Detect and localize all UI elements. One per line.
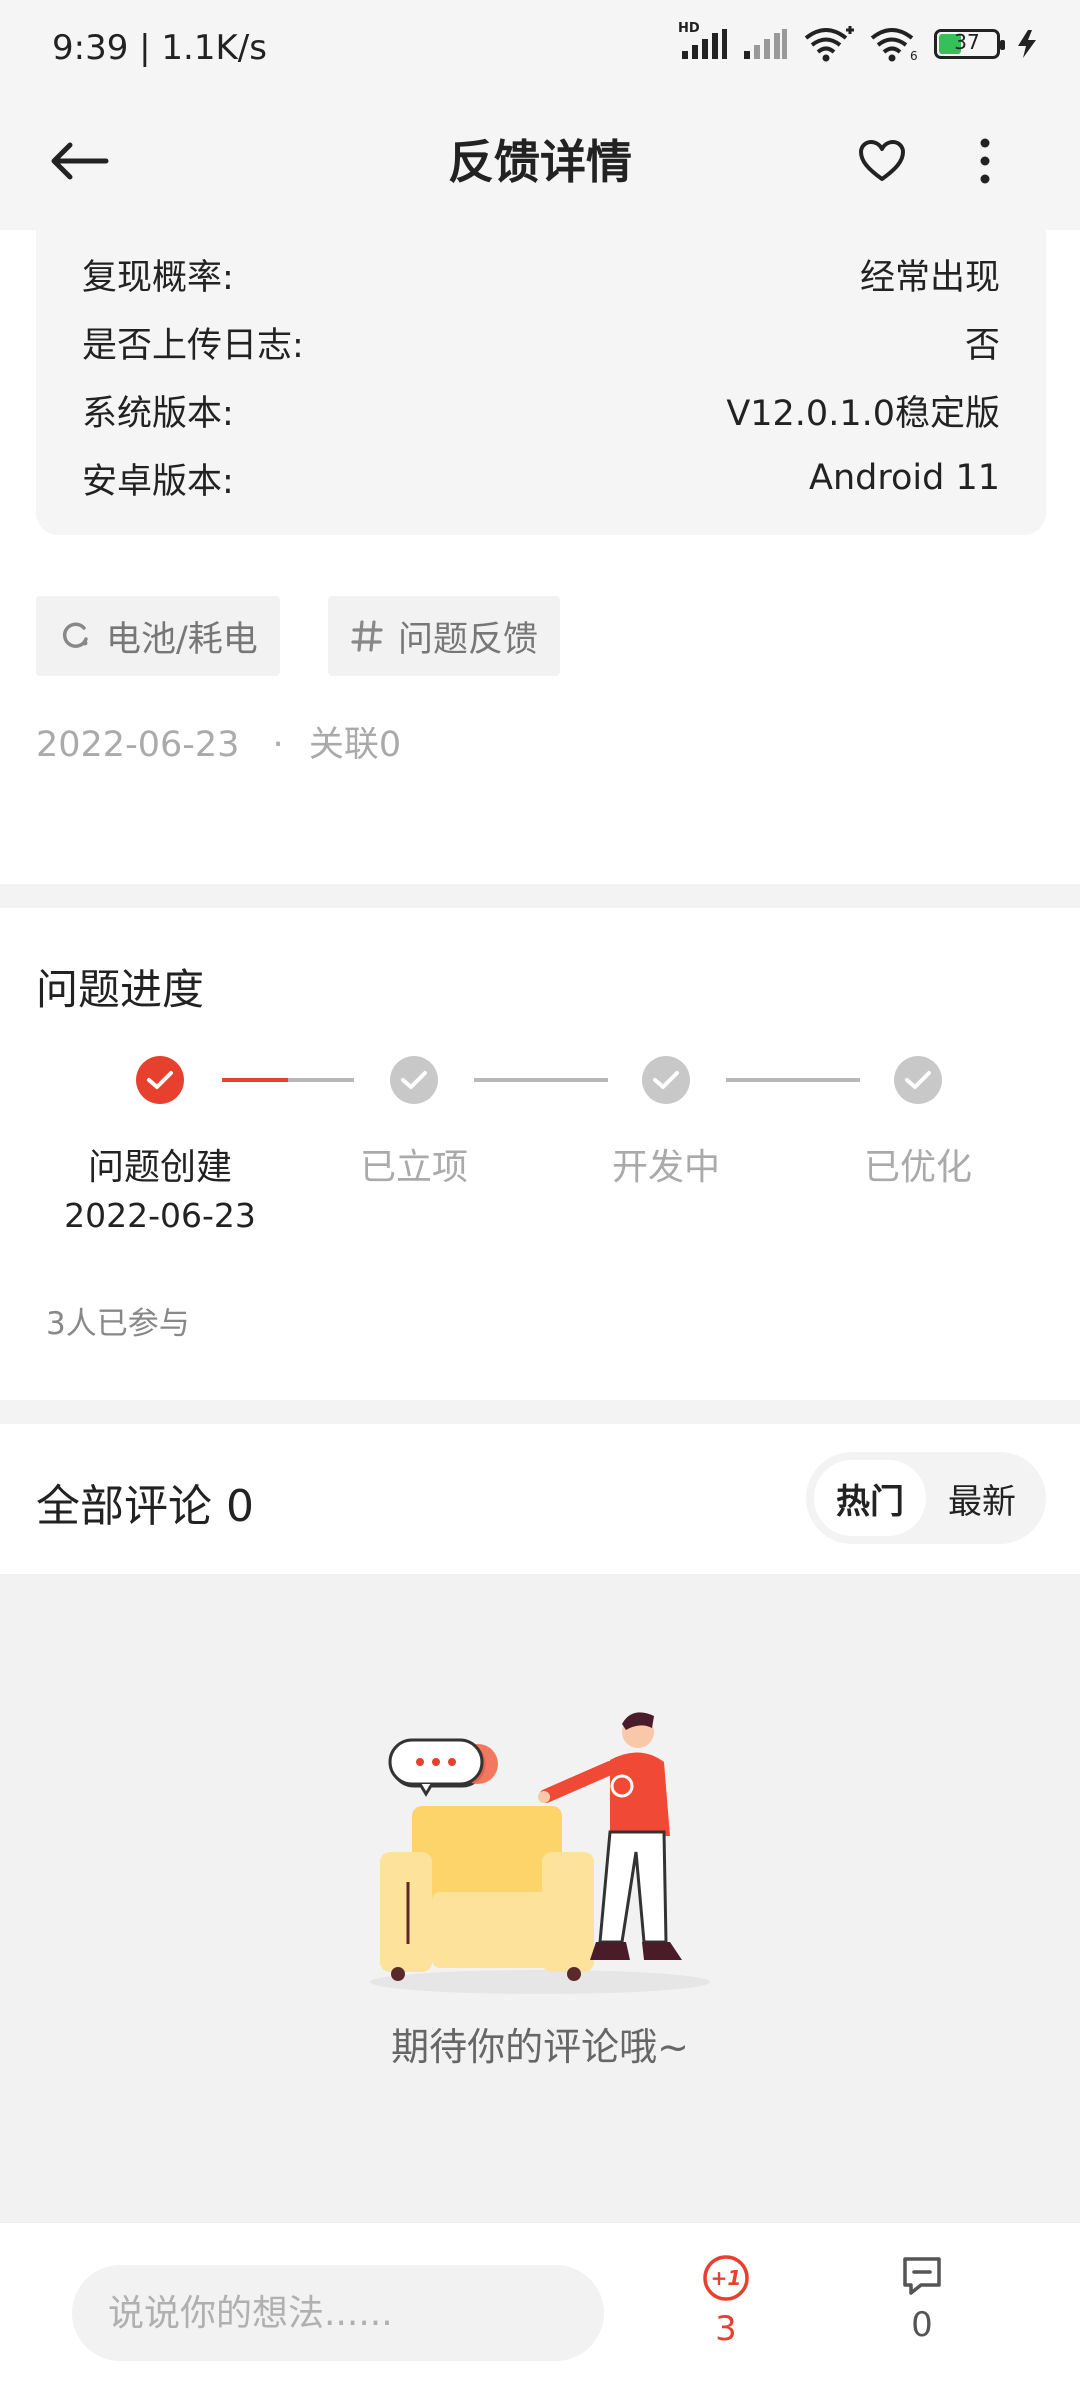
step-pending-icon [894, 1056, 942, 1104]
empty-comments-area [0, 1574, 1080, 2222]
heart-icon [859, 140, 905, 181]
comment-input[interactable] [72, 2265, 604, 2361]
meta-separator: · [272, 725, 284, 765]
comments-button[interactable]: 0 [872, 2253, 972, 2373]
wifi-6-icon: 6 [868, 26, 920, 62]
step-connector [222, 1078, 354, 1082]
more-options-button[interactable] [960, 126, 1010, 196]
more-vertical-icon [980, 138, 990, 184]
empty-comments-illustration [370, 1712, 710, 1994]
page-title: 反馈详情 [448, 135, 632, 189]
comment-icon [903, 2257, 941, 2295]
step-pending-icon [642, 1056, 690, 1104]
top-bar: 反馈详情 [0, 96, 1080, 230]
info-label: 复现概率: [82, 257, 234, 298]
plus-one-icon: +1 [703, 2255, 749, 2301]
section-divider [0, 884, 1080, 908]
step-connector [474, 1078, 608, 1082]
step-label: 已立项 [359, 1147, 468, 1188]
hash-icon [350, 619, 384, 653]
sort-latest-button[interactable]: 最新 [926, 1460, 1038, 1536]
comments-title: 全部评论 0 [36, 1481, 254, 1532]
plus-one-count: 3 [715, 2309, 737, 2349]
step-label: 已优化 [863, 1147, 972, 1188]
tag-label: 问题反馈 [398, 619, 539, 660]
comment-sort-toggle: 热门 最新 [806, 1452, 1046, 1544]
related-count[interactable]: 关联0 [309, 725, 401, 765]
empty-comments-text: 期待你的评论哦~ [391, 2025, 689, 2069]
signal-2-icon [742, 27, 788, 61]
participants-count[interactable]: 3人已参与 [46, 1298, 190, 1343]
info-row: 是否上传日志: 否 [82, 312, 1000, 372]
charging-icon [1014, 28, 1040, 60]
battery-level: 37 [954, 30, 980, 54]
feedback-date: 2022-06-23 [36, 725, 240, 765]
feedback-meta: 2022-06-23 · 关联0 [36, 716, 409, 767]
battery-icon: 37 [934, 29, 1005, 59]
favorite-button[interactable] [850, 126, 914, 196]
comment-count: 0 [911, 2305, 933, 2345]
status-bar: 9:39 | 1.1K/s HD 6 37 [0, 0, 1080, 96]
svg-text:6: 6 [910, 49, 918, 62]
step-label: 开发中 [611, 1147, 720, 1188]
status-time: 9:39 | 1.1K/s [52, 28, 267, 68]
tag-battery[interactable]: 电池/耗电 [36, 596, 280, 676]
info-value: 经常出现 [859, 257, 1000, 298]
svg-text:+1: +1 [711, 2266, 742, 2290]
tag-label: 电池/耗电 [106, 619, 258, 660]
info-label: 系统版本: [82, 393, 234, 434]
step-done-icon [136, 1056, 184, 1104]
bottom-bar: +1 3 0 [0, 2222, 1080, 2400]
hd-label: HD [678, 21, 700, 36]
step-date: 2022-06-23 [64, 1196, 256, 1235]
info-label: 是否上传日志: [82, 325, 304, 366]
tag-feedback[interactable]: 问题反馈 [328, 596, 561, 676]
step-pending-icon [390, 1056, 438, 1104]
sort-hot-button[interactable]: 热门 [814, 1460, 926, 1536]
info-row: 安卓版本: Android 11 [82, 448, 1000, 508]
info-row: 复现概率: 经常出现 [82, 244, 1000, 304]
progress-title: 问题进度 [36, 965, 205, 1014]
info-value: 否 [964, 325, 1000, 366]
info-value: Android 11 [809, 458, 1000, 498]
info-row: 系统版本: V12.0.1.0稳定版 [82, 380, 1000, 440]
battery-loop-icon [58, 619, 92, 653]
feedback-info-card: 复现概率: 经常出现 是否上传日志: 否 系统版本: V12.0.1.0稳定版 … [36, 230, 1046, 535]
step-connector [726, 1078, 860, 1082]
wifi-icon [802, 26, 854, 62]
plus-one-button[interactable]: +1 3 [676, 2253, 776, 2373]
info-value: V12.0.1.0稳定版 [726, 393, 1000, 434]
status-icons: HD 6 37 [678, 21, 1040, 62]
step-label: 问题创建 [87, 1147, 232, 1188]
section-divider [0, 1400, 1080, 1424]
info-label: 安卓版本: [82, 461, 234, 502]
signal-icon: HD [678, 21, 728, 61]
